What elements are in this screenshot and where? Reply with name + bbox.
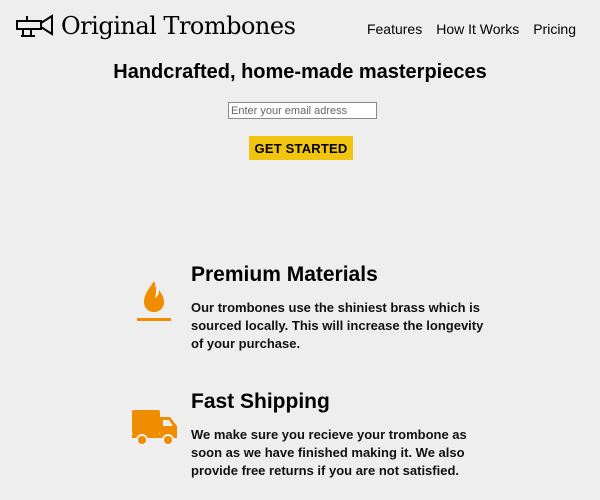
feature-premium-materials: Premium Materials Our trombones use the …: [130, 263, 490, 353]
email-input[interactable]: [228, 102, 377, 119]
fire-icon: [137, 281, 171, 321]
brand-logo[interactable]: Original Trombones: [15, 12, 296, 40]
hero-title: Handcrafted, home-made masterpieces: [113, 61, 487, 83]
site-header: Original Trombones Features How It Works…: [0, 0, 600, 56]
nav-link-pricing[interactable]: Pricing: [533, 21, 576, 37]
feature-title: Fast Shipping: [191, 390, 330, 413]
feature-description: Our trombones use the shiniest brass whi…: [191, 300, 484, 351]
main-nav: Features How It Works Pricing: [367, 21, 576, 37]
get-started-button[interactable]: GET STARTED: [249, 136, 353, 160]
brand-name: Original Trombones: [61, 12, 296, 40]
trombone-icon: [16, 14, 53, 37]
nav-link-features[interactable]: Features: [367, 21, 422, 37]
feature-fast-shipping: Fast Shipping We make sure you recieve y…: [130, 390, 490, 480]
truck-icon: [132, 410, 177, 446]
nav-link-how-it-works[interactable]: How It Works: [436, 21, 519, 37]
feature-title: Premium Materials: [191, 263, 378, 286]
feature-description: We make sure you recieve your trombone a…: [191, 427, 467, 478]
